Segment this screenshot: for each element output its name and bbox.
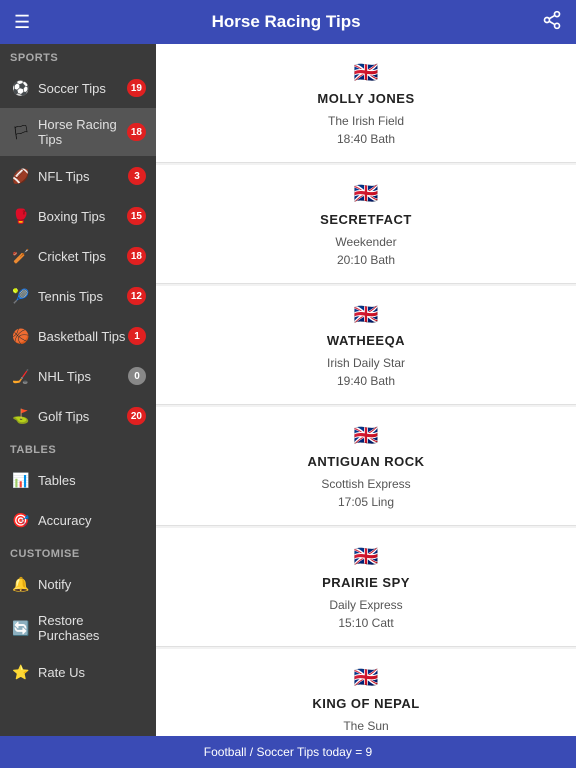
main-layout: Sports ⚽ Soccer Tips 19 🏳 Horse Racing T… [0,44,576,736]
horse-racing-badge: 18 [127,123,146,141]
horse-source-0: The Irish Field [328,114,404,128]
horse-name-1: SECRETFACT [320,212,412,227]
horse-source-4: Daily Express [329,598,402,612]
horse-name-3: ANTIGUAN ROCK [308,454,425,469]
sidebar-item-cricket[interactable]: 🏏 Cricket Tips 18 [0,236,156,276]
footer: Football / Soccer Tips today = 9 [0,736,576,768]
horse-time-3: 17:05 Ling [338,495,394,509]
sidebar: Sports ⚽ Soccer Tips 19 🏳 Horse Racing T… [0,44,156,736]
horse-time-4: 15:10 Catt [338,616,393,630]
sidebar-item-boxing[interactable]: 🥊 Boxing Tips 15 [0,196,156,236]
menu-icon[interactable]: ☰ [14,12,30,33]
nfl-icon: 🏈 [10,165,32,187]
sidebar-item-basketball[interactable]: 🏀 Basketball Tips 1 [0,316,156,356]
basketball-label: Basketball Tips [38,329,128,344]
sidebar-item-golf[interactable]: ⛳ Golf Tips 20 [0,396,156,436]
horse-card-3[interactable]: 🇬🇧 ANTIGUAN ROCK Scottish Express 17:05 … [156,407,576,526]
sidebar-item-rate[interactable]: ⭐ Rate Us [0,652,156,692]
soccer-icon: ⚽ [10,77,32,99]
horse-flag-3: 🇬🇧 [354,423,379,448]
horse-time-2: 19:40 Bath [337,374,395,388]
horse-flag-0: 🇬🇧 [354,60,379,85]
horse-card-1[interactable]: 🇬🇧 SECRETFACT Weekender 20:10 Bath [156,165,576,284]
app-header: ☰ Horse Racing Tips [0,0,576,44]
footer-text: Football / Soccer Tips today = 9 [204,745,372,759]
horse-flag-2: 🇬🇧 [354,302,379,327]
horse-name-2: WATHEEQA [327,333,405,348]
boxing-label: Boxing Tips [38,209,127,224]
sports-section-label: Sports [0,44,156,68]
nhl-icon: 🏒 [10,365,32,387]
tables-icon: 📊 [10,469,32,491]
sidebar-item-nhl[interactable]: 🏒 NHL Tips 0 [0,356,156,396]
nfl-label: NFL Tips [38,169,128,184]
horse-name-5: KING OF NEPAL [312,696,419,711]
content-area: 🇬🇧 MOLLY JONES The Irish Field 18:40 Bat… [156,44,576,736]
horse-time-0: 18:40 Bath [337,132,395,146]
customise-section-label: Customise [0,540,156,564]
horse-name-4: PRAIRIE SPY [322,575,410,590]
tables-section-label: Tables [0,436,156,460]
horse-card-0[interactable]: 🇬🇧 MOLLY JONES The Irish Field 18:40 Bat… [156,44,576,163]
cricket-icon: 🏏 [10,245,32,267]
horse-source-5: The Sun [343,719,388,733]
horse-source-1: Weekender [335,235,396,249]
sidebar-item-tables[interactable]: 📊 Tables [0,460,156,500]
header-title: Horse Racing Tips [212,12,361,32]
rate-icon: ⭐ [10,661,32,683]
horse-flag-5: 🇬🇧 [354,665,379,690]
nhl-badge: 0 [128,367,146,385]
sidebar-sports-list: ⚽ Soccer Tips 19 🏳 Horse Racing Tips 18 … [0,68,156,436]
basketball-icon: 🏀 [10,325,32,347]
soccer-label: Soccer Tips [38,81,127,96]
cricket-badge: 18 [127,247,146,265]
cricket-label: Cricket Tips [38,249,127,264]
boxing-badge: 15 [127,207,146,225]
sidebar-item-nfl[interactable]: 🏈 NFL Tips 3 [0,156,156,196]
sidebar-item-restore[interactable]: 🔄 Restore Purchases [0,604,156,652]
horse-card-4[interactable]: 🇬🇧 PRAIRIE SPY Daily Express 15:10 Catt [156,528,576,647]
golf-icon: ⛳ [10,405,32,427]
horse-source-2: Irish Daily Star [327,356,405,370]
restore-label: Restore Purchases [38,613,146,643]
share-icon[interactable] [542,10,562,35]
horse-card-5[interactable]: 🇬🇧 KING OF NEPAL The Sun 17:20 Kemp [156,649,576,736]
horse-name-0: MOLLY JONES [317,91,414,106]
golf-badge: 20 [127,407,146,425]
tennis-icon: 🎾 [10,285,32,307]
accuracy-icon: 🎯 [10,509,32,531]
sidebar-item-horse-racing[interactable]: 🏳 Horse Racing Tips 18 [0,108,156,156]
rate-label: Rate Us [38,665,146,680]
boxing-icon: 🥊 [10,205,32,227]
horse-list: 🇬🇧 MOLLY JONES The Irish Field 18:40 Bat… [156,44,576,736]
restore-icon: 🔄 [10,617,32,639]
horse-card-2[interactable]: 🇬🇧 WATHEEQA Irish Daily Star 19:40 Bath [156,286,576,405]
sidebar-tables-list: 📊 Tables 🎯 Accuracy [0,460,156,540]
sidebar-customise-list: 🔔 Notify 🔄 Restore Purchases ⭐ Rate Us [0,564,156,692]
horse-racing-label: Horse Racing Tips [38,117,127,147]
tables-label: Tables [38,473,146,488]
tennis-badge: 12 [127,287,146,305]
sidebar-item-notify[interactable]: 🔔 Notify [0,564,156,604]
basketball-badge: 1 [128,327,146,345]
horse-flag-4: 🇬🇧 [354,544,379,569]
notify-icon: 🔔 [10,573,32,595]
nfl-badge: 3 [128,167,146,185]
notify-label: Notify [38,577,146,592]
golf-label: Golf Tips [38,409,127,424]
sidebar-item-accuracy[interactable]: 🎯 Accuracy [0,500,156,540]
horse-source-3: Scottish Express [321,477,410,491]
nhl-label: NHL Tips [38,369,128,384]
soccer-badge: 19 [127,79,146,97]
sidebar-item-tennis[interactable]: 🎾 Tennis Tips 12 [0,276,156,316]
accuracy-label: Accuracy [38,513,146,528]
horse-time-1: 20:10 Bath [337,253,395,267]
horse-flag-1: 🇬🇧 [354,181,379,206]
horse-racing-icon: 🏳 [10,121,32,143]
sidebar-item-soccer[interactable]: ⚽ Soccer Tips 19 [0,68,156,108]
tennis-label: Tennis Tips [38,289,127,304]
